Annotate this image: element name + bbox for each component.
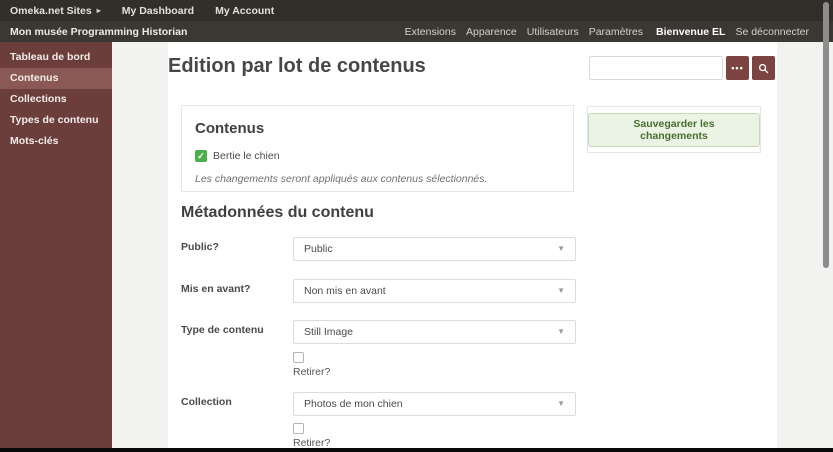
parametres-link[interactable]: Paramètres	[589, 26, 643, 38]
sidebar-item-contenus[interactable]: Contenus	[0, 68, 112, 89]
collection-field-label: Collection	[181, 396, 232, 408]
save-panel: Sauvegarder les changements	[587, 106, 761, 153]
advanced-search-button[interactable]: •••	[726, 56, 749, 80]
item-checkbox-row: ✓ Bertie le chien	[195, 150, 573, 162]
public-field-label: Public?	[181, 241, 219, 253]
search-input[interactable]	[589, 56, 723, 80]
omeka-top-bar: Omeka.net Sites ▸ My Dashboard My Accoun…	[0, 0, 833, 21]
chevron-down-icon: ▼	[557, 244, 565, 253]
my-dashboard-link[interactable]: My Dashboard	[122, 5, 194, 17]
admin-bar-links: Extensions Apparence Utilisateurs Paramè…	[405, 26, 809, 38]
ellipsis-icon: •••	[731, 62, 744, 73]
collection-remove-checkbox[interactable]	[293, 423, 304, 434]
item-type-remove-checkbox[interactable]	[293, 352, 304, 363]
public-select-value: Public	[304, 243, 333, 255]
apparence-link[interactable]: Apparence	[466, 26, 517, 38]
sidebar-item-types-de-contenu[interactable]: Types de contenu	[0, 110, 112, 131]
items-panel-heading: Contenus	[195, 120, 265, 137]
sidebar-item-mots-cles[interactable]: Mots-clés	[0, 131, 112, 152]
welcome-user-label: Bienvenue EL	[656, 25, 726, 38]
item-type-remove-label: Retirer?	[293, 366, 331, 378]
featured-select[interactable]: Non mis en avant ▼	[293, 279, 576, 303]
omeka-admin-window: Omeka.net Sites ▸ My Dashboard My Accoun…	[0, 0, 833, 452]
caret-right-icon: ▸	[96, 6, 101, 15]
featured-select-value: Non mis en avant	[304, 285, 386, 297]
chevron-down-icon: ▼	[557, 399, 565, 408]
search-bar: •••	[589, 56, 775, 80]
extensions-link[interactable]: Extensions	[405, 26, 456, 38]
logout-link[interactable]: Se déconnecter	[735, 26, 809, 38]
check-icon: ✓	[197, 150, 205, 161]
admin-sidebar: Tableau de bord Contenus Collections Typ…	[0, 42, 112, 452]
item-checkbox[interactable]: ✓	[195, 150, 207, 162]
item-type-select-value: Still Image	[304, 326, 354, 338]
main-content: Edition par lot de contenus ••• Contenus	[168, 42, 777, 452]
vertical-scrollbar-thumb[interactable]	[823, 2, 829, 268]
omeka-sites-label: Omeka.net Sites	[10, 4, 92, 17]
sidebar-item-collections[interactable]: Collections	[0, 89, 112, 110]
collection-select-value: Photos de mon chien	[304, 398, 403, 410]
site-admin-bar: Mon musée Programming Historian Extensio…	[0, 21, 833, 42]
window-bottom-edge	[0, 448, 833, 452]
featured-field-label: Mis en avant?	[181, 283, 251, 295]
items-panel-note: Les changements seront appliqués aux con…	[195, 173, 488, 185]
item-type-field-label: Type de contenu	[181, 324, 264, 336]
save-changes-button[interactable]: Sauvegarder les changements	[588, 112, 760, 147]
my-account-link[interactable]: My Account	[215, 5, 274, 17]
metadata-heading: Métadonnées du contenu	[181, 204, 374, 221]
items-panel: Contenus ✓ Bertie le chien Les changemen…	[181, 105, 574, 192]
item-type-select[interactable]: Still Image ▼	[293, 320, 576, 344]
chevron-down-icon: ▼	[557, 286, 565, 295]
chevron-down-icon: ▼	[557, 327, 565, 336]
search-icon	[758, 63, 769, 74]
sidebar-item-tableau-de-bord[interactable]: Tableau de bord	[0, 47, 112, 68]
site-title-link[interactable]: Mon musée Programming Historian	[10, 26, 187, 38]
item-checkbox-label: Bertie le chien	[213, 150, 280, 162]
search-button[interactable]	[752, 56, 775, 80]
page-title: Edition par lot de contenus	[168, 55, 426, 77]
omeka-sites-menu[interactable]: Omeka.net Sites ▸	[10, 5, 101, 17]
public-select[interactable]: Public ▼	[293, 237, 576, 261]
utilisateurs-link[interactable]: Utilisateurs	[527, 26, 579, 38]
collection-select[interactable]: Photos de mon chien ▼	[293, 392, 576, 416]
